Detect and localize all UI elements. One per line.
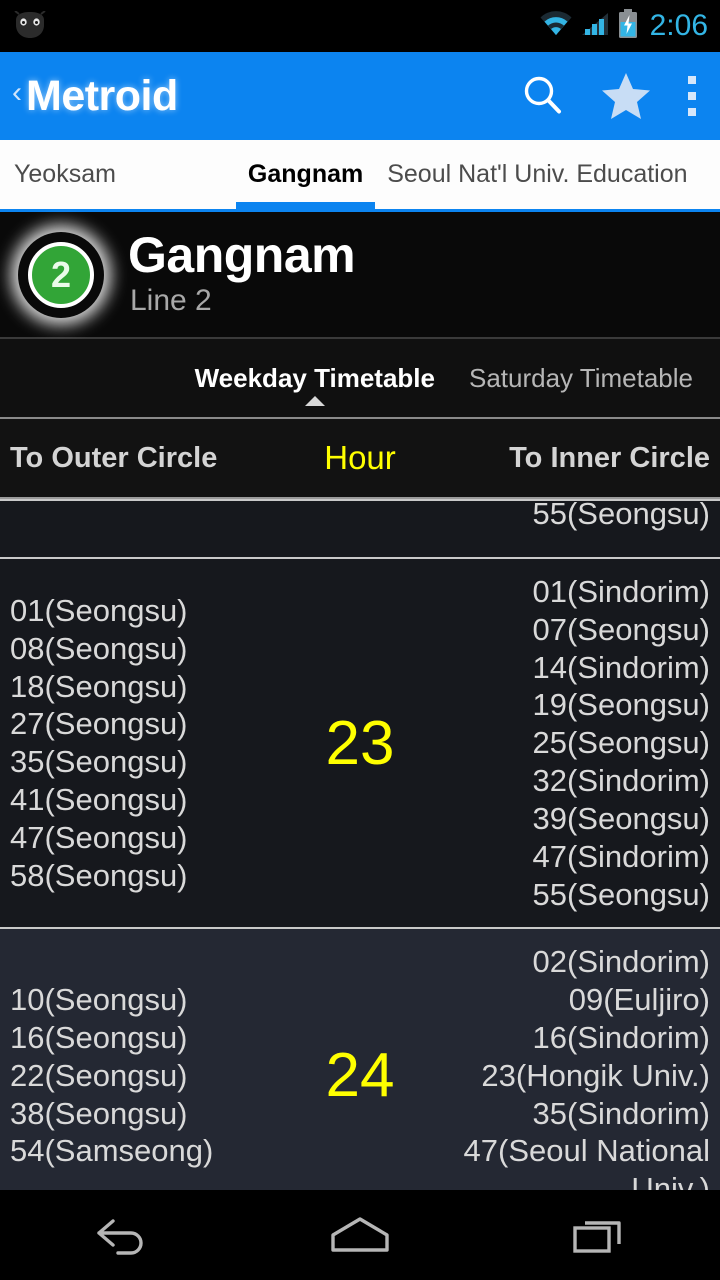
action-bar: ‹ Metroid <box>0 52 720 140</box>
action-bar-actions <box>520 71 704 121</box>
departure-entry: 01(Seongsu) <box>10 592 188 628</box>
battery-charging-icon <box>617 8 639 44</box>
column-header-outer-circle: To Outer Circle <box>10 441 218 474</box>
tab-saturday-timetable[interactable]: Saturday Timetable <box>452 363 710 394</box>
status-bar: 2:06 <box>0 0 720 52</box>
departure-entry: 27(Seongsu) <box>10 706 188 742</box>
departure-entry: 47(Seoul National Univ.) <box>463 1133 710 1190</box>
cell-to-outer-circle <box>0 501 280 529</box>
departure-entry: 32(Sindorim) <box>532 763 710 799</box>
line-badge: 2 <box>16 230 106 320</box>
app-root: 2:06 ‹ Metroid Yeoksam Gangnam Seoul Nat… <box>0 0 720 1280</box>
star-icon[interactable] <box>600 71 652 121</box>
departure-entry: 10(Seongsu) <box>10 982 188 1018</box>
departure-entry: 55(Seongsu) <box>532 876 710 912</box>
search-icon[interactable] <box>520 73 566 119</box>
departure-entry: 02(Sindorim) <box>532 944 710 980</box>
departure-entry: 39(Seongsu) <box>532 800 710 836</box>
departure-entry: 09(Euljiro) <box>568 982 710 1018</box>
android-mascot-icon <box>12 11 48 41</box>
home-nav-icon[interactable] <box>290 1190 430 1280</box>
departure-entry: 01(Sindorim) <box>532 574 710 609</box>
departure-entry: 16(Sindorim) <box>532 1019 710 1055</box>
departure-entry: 22(Seongsu) <box>10 1057 188 1093</box>
back-nav-icon[interactable] <box>50 1190 190 1280</box>
departure-entry: 16(Seongsu) <box>10 1019 188 1055</box>
table-row[interactable]: 55(Seongsu) <box>0 499 720 559</box>
column-header-hour: Hour <box>324 439 396 476</box>
departure-entry: 07(Seongsu) <box>532 611 710 647</box>
station-name: Gangnam <box>128 226 356 283</box>
android-nav-bar <box>0 1190 720 1280</box>
departure-entry: 47(Sindorim) <box>532 838 710 874</box>
cell-to-inner-circle: 02(Sindorim) 09(Euljiro) 16(Sindorim) 23(Ho… <box>440 929 720 1190</box>
wifi-icon <box>539 10 573 42</box>
tab-weekday-timetable[interactable]: Weekday Timetable <box>178 363 452 394</box>
departure-entry: 58(Seongsu) <box>10 857 188 893</box>
cell-to-inner-circle: 55(Seongsu) <box>440 499 720 547</box>
cell-signal-icon <box>580 11 610 42</box>
station-header: 2 Gangnam Line 2 <box>0 212 720 339</box>
recents-nav-icon[interactable] <box>530 1190 670 1280</box>
departure-entry: 23(Hongik Univ.) <box>481 1057 710 1093</box>
departure-entry: 35(Seongsu) <box>10 744 188 780</box>
departure-entry: 14(Sindorim) <box>532 649 710 685</box>
departure-entry: 38(Seongsu) <box>10 1095 188 1131</box>
overflow-menu-icon[interactable] <box>686 72 698 120</box>
departure-entry: 25(Seongsu) <box>532 725 710 761</box>
status-bar-icons: 2:06 <box>539 8 708 44</box>
station-tab-bar: Yeoksam Gangnam Seoul Nat'l Univ. Educat… <box>0 140 720 212</box>
cell-hour: 24 <box>325 1041 395 1111</box>
station-tab-yeoksam[interactable]: Yeoksam <box>0 140 236 209</box>
departure-entry: 54(Samseong) <box>10 1133 214 1169</box>
timetable-body[interactable]: 55(Seongsu) 01(Seongsu) 08(Seongsu) 18(Seon… <box>0 499 720 1190</box>
line-badge-number: 2 <box>28 241 94 308</box>
app-title: Metroid <box>26 71 178 120</box>
table-row[interactable]: 01(Seongsu) 08(Seongsu) 18(Seongsu) 27(Seon… <box>0 559 720 930</box>
cell-to-outer-circle: 10(Seongsu) 16(Seongsu) 22(Seongsu) 38(Seon… <box>0 967 280 1184</box>
cell-to-outer-circle: 01(Seongsu) 08(Seongsu) 18(Seongsu) 27(Seon… <box>0 578 280 909</box>
table-row[interactable]: 10(Seongsu) 16(Seongsu) 22(Seongsu) 38(Seon… <box>0 929 720 1190</box>
departure-entry: 18(Seongsu) <box>10 668 188 704</box>
station-line-name: Line 2 <box>130 284 212 318</box>
column-header-inner-circle: To Inner Circle <box>509 441 710 474</box>
station-tab-gangnam[interactable]: Gangnam <box>235 140 376 209</box>
station-tab-seoul-natl-univ-education[interactable]: Seoul Nat'l Univ. Education <box>375 140 699 209</box>
table-column-header: To Outer Circle Hour To Inner Circle <box>0 419 720 499</box>
station-header-text: Gangnam Line 2 <box>106 226 356 321</box>
departure-entry: 08(Seongsu) <box>10 630 188 666</box>
status-bar-clock: 2:06 <box>649 9 708 42</box>
timetable-tab-bar: Weekday Timetable Saturday Timetable <box>0 339 720 419</box>
departure-entry: 55(Seongsu) <box>532 499 710 531</box>
departure-entry: 47(Seongsu) <box>10 819 188 855</box>
departure-entry: 19(Seongsu) <box>532 687 710 723</box>
cell-to-inner-circle: 01(Sindorim) 07(Seongsu) 14(Sindorim) 19(Se… <box>440 559 720 927</box>
cell-hour: 23 <box>325 708 395 778</box>
departure-entry: 41(Seongsu) <box>10 781 188 817</box>
departure-entry: 35(Sindorim) <box>532 1095 710 1131</box>
up-navigation-chevron-icon[interactable]: ‹ <box>6 78 26 114</box>
